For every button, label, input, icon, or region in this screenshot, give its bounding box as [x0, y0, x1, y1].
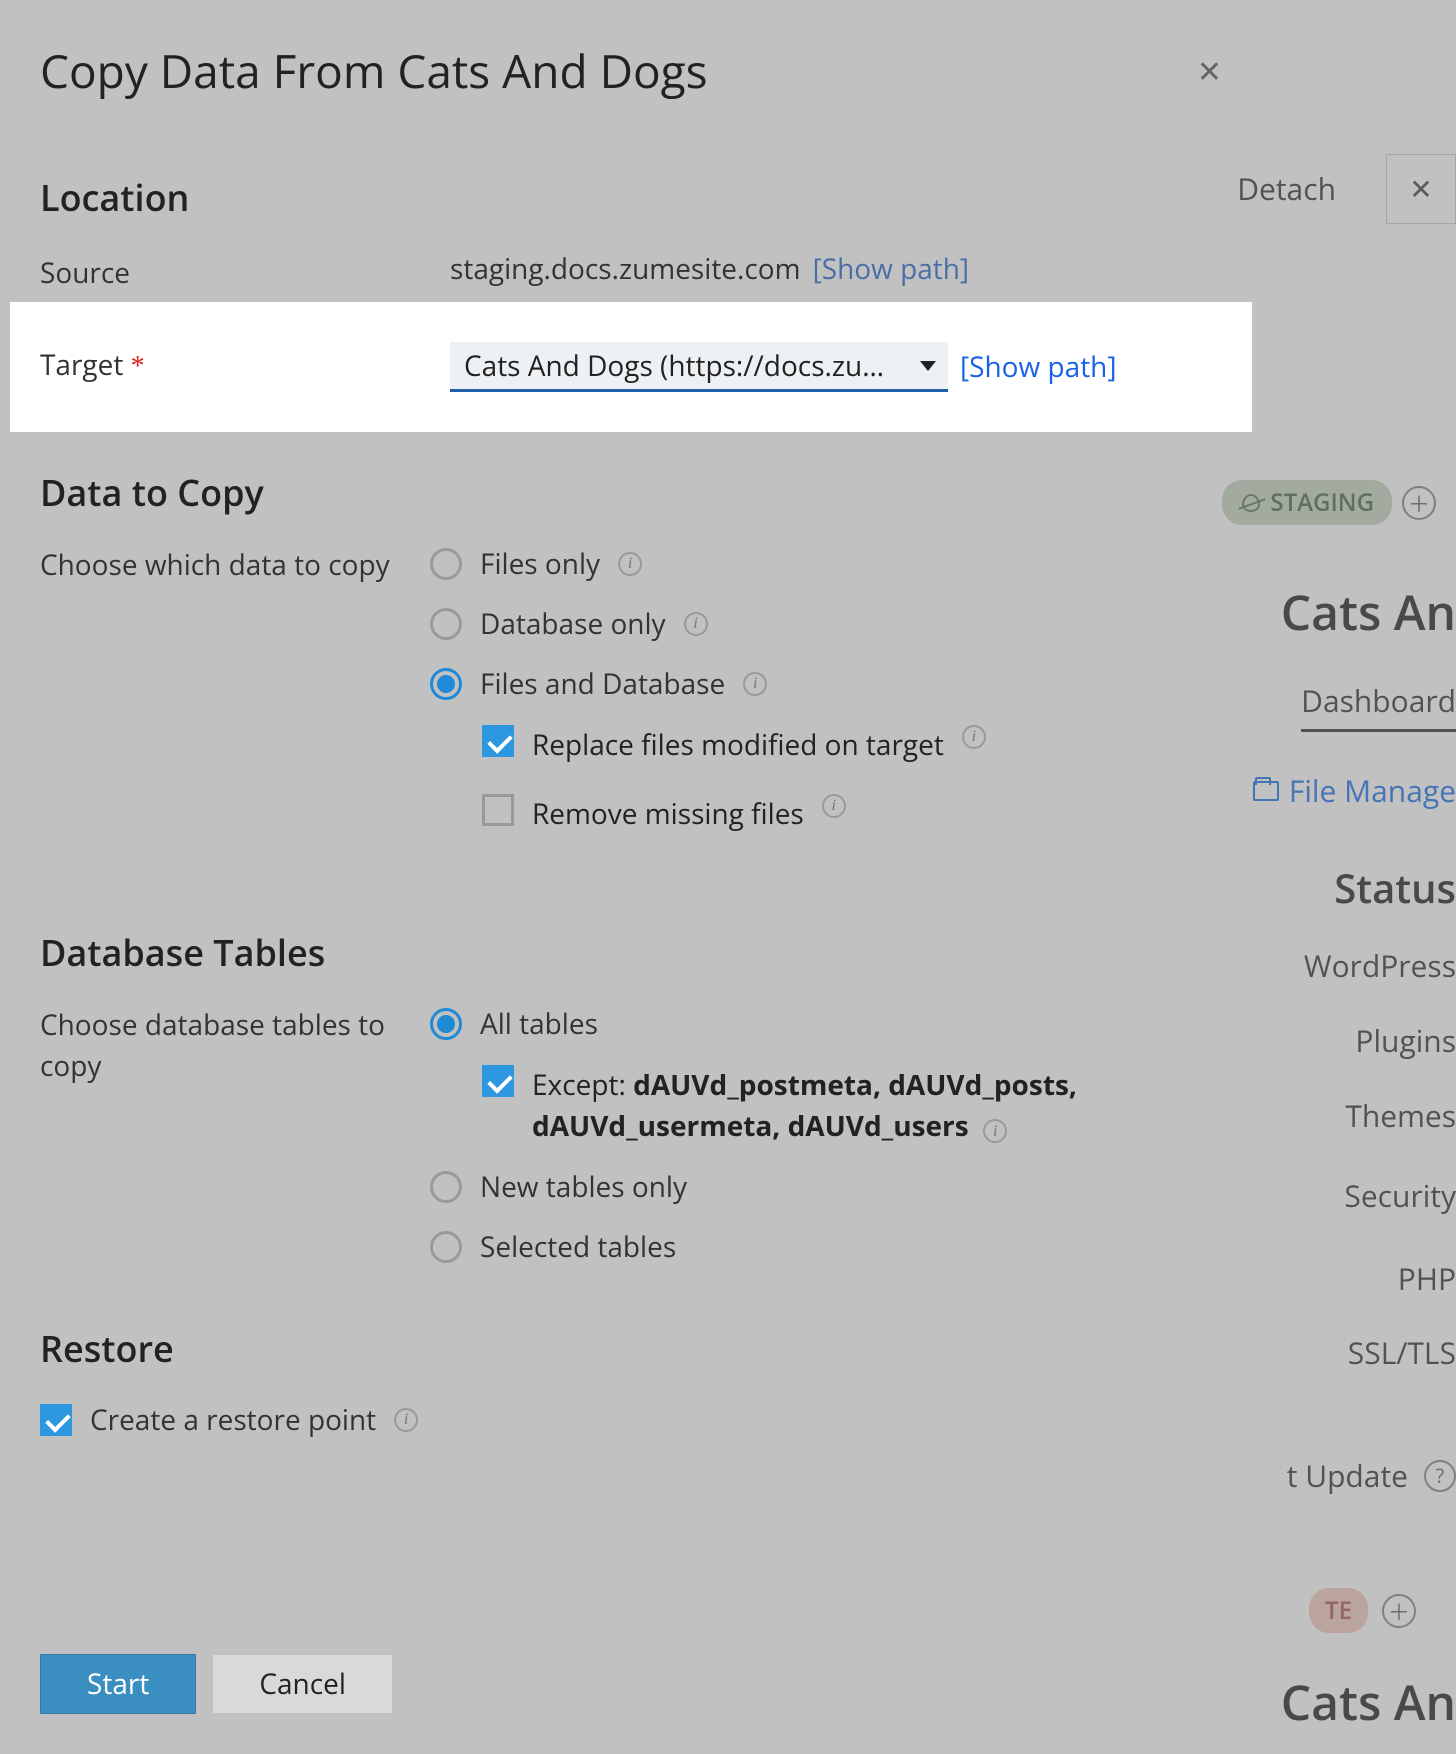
- target-select[interactable]: Cats And Dogs (https://docs.zu…: [450, 342, 948, 392]
- chevron-down-icon: [920, 361, 936, 371]
- check-except-tables[interactable]: [482, 1065, 514, 1097]
- choose-data-label: Choose which data to copy: [40, 545, 430, 586]
- check-remove-missing-label: Remove missing files: [532, 794, 804, 835]
- modal-title: Copy Data From Cats And Dogs: [40, 40, 1222, 132]
- info-icon[interactable]: i: [618, 552, 642, 576]
- radio-files-only[interactable]: [430, 548, 462, 580]
- cancel-button[interactable]: Cancel: [212, 1654, 393, 1714]
- check-replace-modified[interactable]: [482, 725, 514, 757]
- radio-all-tables-label: All tables: [480, 1005, 598, 1043]
- radio-files-only-label: Files only: [480, 545, 600, 583]
- radio-database-only[interactable]: [430, 608, 462, 640]
- check-create-restore-point-label: Create a restore point: [90, 1401, 376, 1439]
- info-icon[interactable]: i: [822, 794, 846, 818]
- check-remove-missing[interactable]: [482, 794, 514, 826]
- close-icon[interactable]: ✕: [1197, 50, 1222, 91]
- radio-selected-tables-label: Selected tables: [480, 1228, 676, 1266]
- data-to-copy-heading: Data to Copy: [40, 468, 1222, 517]
- target-label: Target *: [40, 342, 430, 384]
- target-highlight-region: Target * Cats And Dogs (https://docs.zu……: [10, 302, 1252, 432]
- source-label: Source: [40, 250, 430, 292]
- target-show-path-link[interactable]: [Show path]: [960, 348, 1117, 386]
- radio-files-and-db-label: Files and Database: [480, 665, 725, 703]
- divider: [40, 1625, 1222, 1626]
- location-heading: Location: [40, 173, 1222, 222]
- source-show-path-link[interactable]: [Show path]: [813, 250, 970, 288]
- check-replace-modified-label: Replace files modified on target: [532, 725, 944, 766]
- info-icon[interactable]: i: [743, 672, 767, 696]
- radio-database-only-label: Database only: [480, 605, 666, 643]
- source-value: staging.docs.zumesite.com: [450, 250, 801, 288]
- copy-data-modal: Copy Data From Cats And Dogs ✕ Location …: [0, 0, 1262, 1754]
- restore-heading: Restore: [40, 1324, 1222, 1373]
- radio-new-tables-only-label: New tables only: [480, 1168, 687, 1206]
- radio-new-tables-only[interactable]: [430, 1171, 462, 1203]
- info-icon[interactable]: i: [684, 612, 708, 636]
- db-tables-heading: Database Tables: [40, 928, 1222, 977]
- radio-selected-tables[interactable]: [430, 1231, 462, 1263]
- info-icon[interactable]: i: [962, 725, 986, 749]
- radio-all-tables[interactable]: [430, 1008, 462, 1040]
- info-icon[interactable]: i: [394, 1408, 418, 1432]
- choose-tables-label: Choose database tables to copy: [40, 1005, 430, 1086]
- start-button[interactable]: Start: [40, 1654, 196, 1714]
- check-create-restore-point[interactable]: [40, 1404, 72, 1436]
- info-icon[interactable]: i: [983, 1119, 1007, 1143]
- except-tables-text: Except: dAUVd_postmeta, dAUVd_posts, dAU…: [532, 1065, 1222, 1146]
- radio-files-and-db[interactable]: [430, 668, 462, 700]
- divider: [40, 132, 1222, 133]
